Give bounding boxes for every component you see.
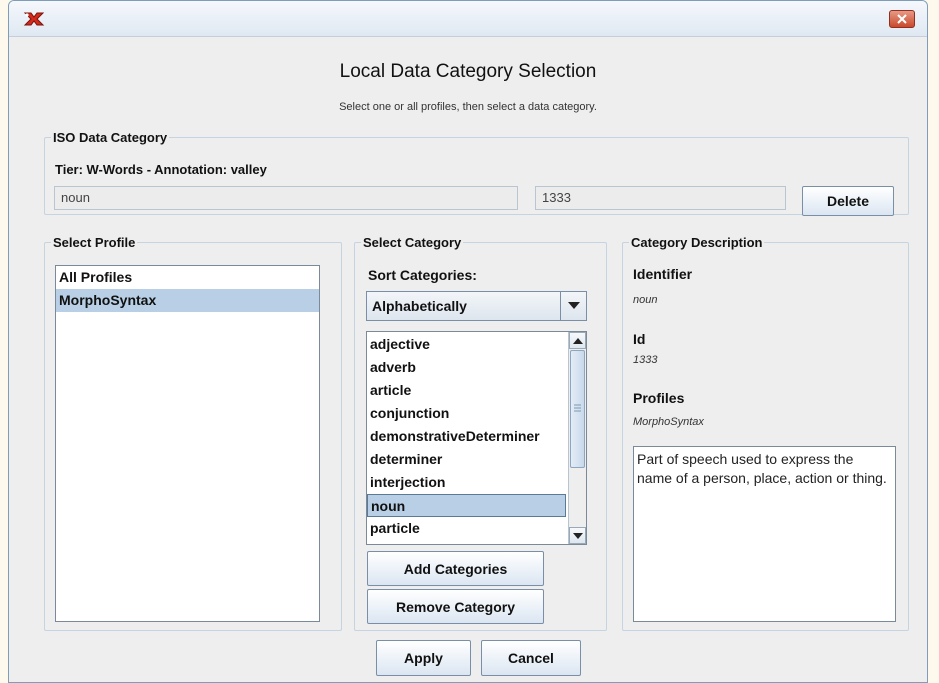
id-value: 1333: [633, 354, 658, 366]
category-item-adjective[interactable]: adjective: [367, 333, 586, 356]
category-item-article[interactable]: article: [367, 379, 586, 402]
tier-annotation-label: Tier: W-Words - Annotation: valley: [55, 162, 267, 177]
close-button[interactable]: [889, 10, 915, 28]
profile-item-morphosyntax[interactable]: MorphoSyntax: [56, 289, 319, 312]
chevron-down-icon[interactable]: [560, 292, 586, 320]
dialog-title: Local Data Category Selection: [339, 61, 597, 82]
iso-data-category-legend: ISO Data Category: [53, 130, 168, 145]
add-categories-button[interactable]: Add Categories: [367, 551, 544, 586]
apply-button[interactable]: Apply: [376, 640, 471, 676]
category-item-determiner[interactable]: determiner: [367, 448, 586, 471]
category-description-text: Part of speech used to express the name …: [633, 446, 896, 622]
profiles-label: Profiles: [633, 390, 685, 406]
elan-app-icon: [23, 10, 45, 28]
close-icon: [896, 14, 908, 24]
sort-categories-combo[interactable]: Alphabetically: [366, 291, 587, 321]
identifier-label: Identifier: [633, 266, 693, 282]
remove-category-button[interactable]: Remove Category: [367, 589, 544, 624]
category-list-scrollbar[interactable]: [568, 332, 586, 544]
category-list[interactable]: adjective adverb article conjunction dem…: [366, 331, 587, 545]
select-profile-legend: Select Profile: [53, 235, 136, 250]
sort-combo-value: Alphabetically: [372, 298, 467, 314]
dialog-window: Local Data Category Selection Select one…: [8, 0, 928, 683]
scroll-thumb[interactable]: [570, 350, 585, 468]
cancel-button[interactable]: Cancel: [481, 640, 581, 676]
category-name-field: noun: [54, 186, 518, 210]
category-item-adverb[interactable]: adverb: [367, 356, 586, 379]
category-item-demonstrativedeterminer[interactable]: demonstrativeDeterminer: [367, 425, 586, 448]
category-item-noun[interactable]: noun: [367, 494, 566, 517]
profile-item-all[interactable]: All Profiles: [56, 266, 319, 289]
profiles-value: MorphoSyntax: [633, 416, 704, 428]
dialog-content: Local Data Category Selection Select one…: [9, 38, 927, 682]
category-id-field: 1333: [535, 186, 786, 210]
arrow-up-icon[interactable]: [569, 332, 586, 349]
id-label: Id: [633, 331, 646, 347]
delete-button[interactable]: Delete: [802, 186, 894, 216]
profile-list[interactable]: All Profiles MorphoSyntax: [55, 265, 320, 622]
identifier-value: noun: [633, 294, 658, 306]
select-category-legend: Select Category: [363, 235, 462, 250]
category-description-legend: Category Description: [631, 235, 763, 250]
category-item-interjection[interactable]: interjection: [367, 471, 586, 494]
category-item-particle[interactable]: particle: [367, 517, 586, 540]
dialog-subtitle: Select one or all profiles, then select …: [339, 101, 597, 113]
arrow-down-icon[interactable]: [569, 527, 586, 544]
sort-categories-label: Sort Categories:: [368, 267, 477, 283]
category-item-conjunction[interactable]: conjunction: [367, 402, 586, 425]
title-bar[interactable]: [9, 1, 927, 37]
